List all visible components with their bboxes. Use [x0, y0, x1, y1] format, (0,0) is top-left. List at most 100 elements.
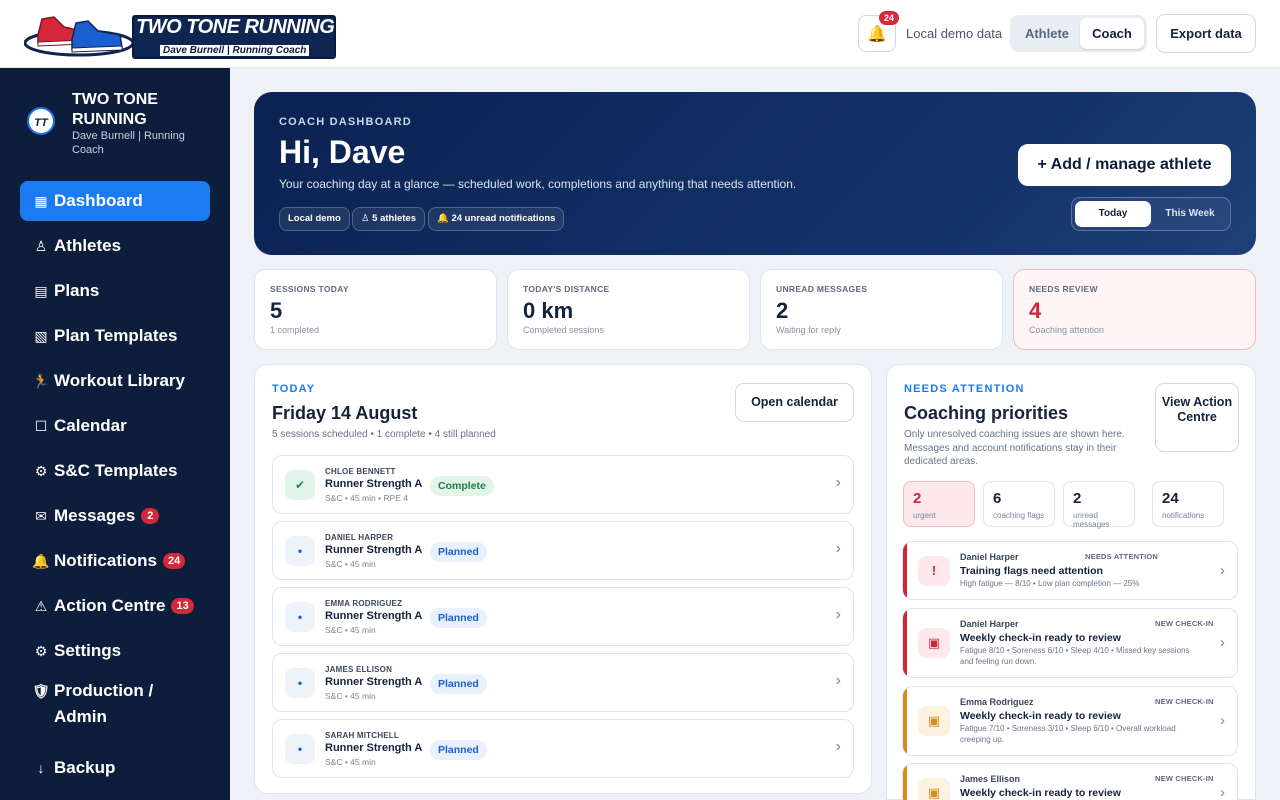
chip-unread-notifications: 🔔 24 unread notifications [428, 207, 565, 231]
chevron-right-icon: › [835, 540, 841, 557]
calendar-icon: ☐ [34, 417, 48, 434]
session-title: Runner Strength A [325, 610, 423, 622]
brand-subtitle: Dave Burnell | Running Coach [72, 130, 185, 156]
attention-flag-card[interactable]: ▣ Emma Rodriguez NEW CHECK-IN Weekly check-… [902, 686, 1238, 756]
today-panel: TODAY Friday 14 August 5 sessions schedu… [254, 364, 872, 794]
session-meta: S&C • 45 min [325, 559, 376, 569]
top-bar: TWO TONE RUNNING Dave Burnell | Running … [0, 0, 1280, 68]
session-row[interactable]: • SARAH MITCHELL Runner Strength A S&C • 45… [272, 719, 854, 778]
checkin-icon: ▣ [918, 706, 950, 736]
session-status-badge: Planned [430, 740, 487, 760]
bell-icon: 🔔 [867, 25, 887, 43]
session-athlete-name: SARAH MITCHELL [325, 731, 399, 740]
chevron-right-icon: › [835, 606, 841, 623]
count-value: 2 [913, 490, 922, 507]
session-row[interactable]: • DANIEL HARPER Runner Strength A S&C • 45 … [272, 521, 854, 580]
flag-severity-bar [903, 542, 907, 599]
role-athlete-button[interactable]: Athlete [1014, 18, 1080, 49]
attention-flag-card[interactable]: ▣ Daniel Harper NEW CHECK-IN Weekly check-i… [902, 608, 1238, 678]
s-c-templates-icon: ⚙ [34, 462, 48, 479]
sidebar-item-label: Athletes [54, 236, 122, 255]
session-row[interactable]: ✔ CHLOE BENNETT Runner Strength A S&C • 45 … [272, 455, 854, 514]
session-status-badge: Planned [430, 542, 487, 562]
export-data-button[interactable]: Export data [1156, 14, 1256, 53]
stat-value: 2 [776, 298, 789, 323]
production-admin-icon: 🛡 [32, 683, 50, 699]
checkin-icon: ▣ [918, 628, 950, 658]
hero-banner: COACH DASHBOARD Hi, Dave Your coaching d… [254, 92, 1256, 255]
count-unread-messages: 2 unread messages [1063, 481, 1135, 529]
hero-kicker: COACH DASHBOARD [279, 116, 412, 128]
stat-note: Waiting for reply [776, 325, 841, 335]
add-manage-athlete-button[interactable]: + Add / manage athlete [1018, 144, 1231, 186]
sidebar-item-notifications[interactable]: 🔔 Notifications 24 [20, 541, 210, 581]
session-meta: S&C • 45 min [325, 691, 376, 701]
flag-title: Weekly check-in ready to review [960, 787, 1121, 799]
view-action-centre-button[interactable]: View Action Centre [1155, 383, 1239, 452]
sidebar-count-badge: 24 [162, 553, 186, 569]
sidebar-item-label: Action Centre [54, 596, 166, 615]
sidebar-item-plans[interactable]: ▤ Plans [20, 271, 210, 311]
sidebar-item-workout-library[interactable]: 🏃 Workout Library [20, 361, 210, 401]
count-value: 2 [1073, 490, 1082, 507]
period-this-week-button[interactable]: This Week [1152, 201, 1228, 227]
logo-title: TWO TONE RUNNING [136, 16, 335, 38]
notification-count-badge: 24 [879, 11, 899, 25]
flag-details: Fatigue 7/10 • Soreness 3/10 • Sleep 6/1… [960, 724, 1176, 744]
period-today-button[interactable]: Today [1075, 201, 1151, 227]
attention-kicker: NEEDS ATTENTION [904, 383, 1025, 395]
sidebar-item-backup[interactable]: ↓ Backup [20, 748, 210, 788]
role-coach-button[interactable]: Coach [1080, 18, 1144, 49]
dot-icon: • [285, 602, 315, 632]
stat-note: Coaching attention [1029, 325, 1105, 335]
sidebar-count-badge: 13 [171, 598, 194, 614]
sidebar-item-production-admin[interactable]: 🛡 Production / Admin [20, 676, 210, 732]
session-status-badge: Planned [430, 608, 487, 628]
sidebar-item-label: Plans [54, 281, 100, 300]
session-title: Runner Strength A [325, 676, 423, 688]
flag-details: Fatigue 8/10 • Soreness 6/10 • Sleep 4/1… [960, 646, 1190, 666]
sidebar-item-action-centre[interactable]: ⚠ Action Centre 13 [20, 586, 210, 626]
flag-severity-bar [903, 687, 907, 755]
plans-icon: ▤ [34, 282, 48, 299]
stat-note: 1 completed [270, 325, 320, 335]
sidebar-item-calendar[interactable]: ☐ Calendar [20, 406, 210, 446]
stat-unread-messages: UNREAD MESSAGES 2 Waiting for reply [760, 269, 1003, 350]
demo-data-label: Local demo data [906, 26, 1003, 41]
sidebar-item-plan-templates[interactable]: ▧ Plan Templates [20, 316, 210, 356]
stat-label: NEEDS REVIEW [1029, 284, 1098, 294]
stat-label: TODAY'S DISTANCE [523, 284, 610, 294]
session-row[interactable]: • EMMA RODRIGUEZ Runner Strength A S&C • 45… [272, 587, 854, 646]
sidebar-item-athletes[interactable]: ♙ Athletes [20, 226, 210, 266]
stat-label: SESSIONS TODAY [270, 284, 349, 294]
sidebar-item-messages[interactable]: ✉ Messages 2 [20, 496, 210, 536]
chevron-right-icon: › [1220, 784, 1225, 800]
flag-status-tag: NEW CHECK-IN [1155, 619, 1214, 628]
period-toggle: Today This Week [1071, 197, 1231, 231]
brand-avatar: TT [27, 107, 55, 135]
sidebar-count-badge: 2 [141, 508, 160, 524]
chevron-right-icon: › [835, 672, 841, 689]
role-switcher: Athlete Coach [1010, 15, 1147, 52]
brand-logo[interactable]: TWO TONE RUNNING Dave Burnell | Running … [24, 9, 338, 59]
open-calendar-button[interactable]: Open calendar [735, 383, 854, 422]
stat-note: Completed sessions [523, 325, 605, 335]
session-status-badge: Planned [430, 674, 487, 694]
stat-sessions-today: SESSIONS TODAY 5 1 completed [254, 269, 497, 350]
sidebar-item-settings[interactable]: ⚙ Settings [20, 631, 210, 671]
attention-flag-card[interactable]: ▣ James Ellison NEW CHECK-IN Weekly check-i… [902, 763, 1238, 800]
session-title: Runner Strength A [325, 544, 423, 556]
brand-name: TWO TONE RUNNING [72, 91, 158, 128]
session-meta: S&C • 45 min • RPE 4 [325, 493, 408, 503]
sidebar-item-s-c-templates[interactable]: ⚙ S&C Templates [20, 451, 210, 491]
attention-flag-card[interactable]: ! Daniel Harper NEEDS ATTENTION Training fl… [902, 541, 1238, 600]
flag-athlete-name: James Ellison [960, 774, 1021, 784]
count-label: coaching flags [993, 511, 1045, 520]
workout-library-icon: 🏃 [32, 372, 50, 389]
today-kicker: TODAY [272, 383, 316, 395]
flag-status-tag: NEW CHECK-IN [1155, 697, 1214, 706]
session-athlete-name: CHLOE BENNETT [325, 467, 396, 476]
sidebar-item-dashboard[interactable]: ▦ Dashboard [20, 181, 210, 221]
session-row[interactable]: • JAMES ELLISON Runner Strength A S&C • 45 … [272, 653, 854, 712]
sidebar-item-label: Dashboard [54, 191, 143, 210]
